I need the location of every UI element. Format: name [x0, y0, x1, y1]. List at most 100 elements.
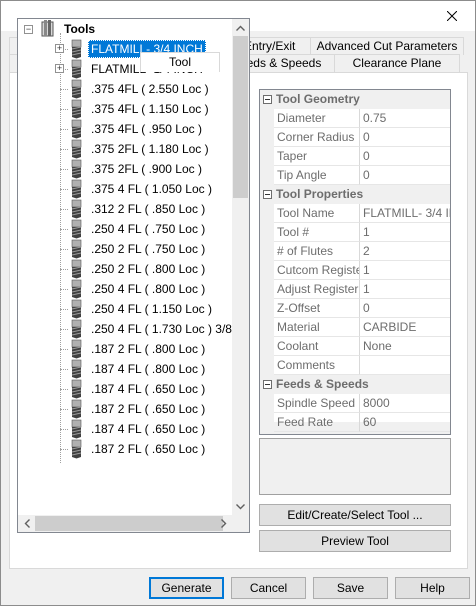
property-row[interactable]: Feed Rate 60 [260, 413, 450, 432]
property-row[interactable]: Diameter 0.75 [260, 109, 450, 128]
tree-item-tool[interactable]: .187 4 FL ( .800 Loc ) [68, 359, 208, 379]
tree-item-tool[interactable]: .375 4FL ( .950 Loc ) [68, 119, 205, 139]
tree-connector-branch [60, 169, 68, 170]
property-value[interactable]: 0 [360, 147, 450, 166]
tree-item-tool[interactable]: .187 2 FL ( .650 Loc ) [68, 439, 208, 459]
scroll-down-arrow-icon[interactable] [232, 498, 249, 515]
scroll-right-arrow-icon[interactable] [215, 515, 232, 532]
tree-connector-branch [60, 369, 68, 370]
generate-button[interactable]: Generate [149, 577, 224, 599]
tree-item-tool[interactable]: .375 2FL ( 1.180 Loc ) [68, 139, 212, 159]
tree-item-label: .250 4 FL ( .750 Loc ) [91, 222, 206, 236]
collapse-icon[interactable] [260, 90, 274, 109]
tree-connector-branch [60, 209, 68, 210]
tree-item-tool[interactable]: .375 4 FL ( 1.050 Loc ) [68, 179, 215, 199]
property-row[interactable]: Coolant None [260, 337, 450, 356]
property-value[interactable]: None [360, 337, 450, 356]
property-row[interactable]: Spindle Speed 8000 [260, 394, 450, 413]
end-mill-icon [71, 159, 82, 179]
tree-item-tool[interactable]: .187 2 FL ( .650 Loc ) [68, 399, 208, 419]
collapse-icon[interactable] [260, 185, 274, 204]
collapse-icon[interactable]: − [24, 24, 33, 34]
property-grid[interactable]: Tool Geometry Diameter 0.75 Corner Radius 0 T… [259, 89, 451, 435]
tree-vertical-scrollbar[interactable] [232, 19, 249, 515]
expand-icon[interactable]: + [55, 64, 64, 73]
property-value[interactable]: 0.75 [360, 109, 450, 128]
tab-tool[interactable]: Tool [140, 52, 220, 72]
property-name: Tip Angle [274, 166, 360, 185]
collapse-icon[interactable] [260, 375, 274, 394]
tree-item-tool[interactable]: .312 2 FL ( .850 Loc ) [68, 199, 208, 219]
tree-item-tool[interactable]: .250 4 FL ( .750 Loc ) [68, 219, 208, 239]
property-value[interactable]: 0 [360, 128, 450, 147]
save-button[interactable]: Save [313, 577, 388, 599]
property-value[interactable]: 60 [360, 413, 450, 432]
property-row[interactable]: Tip Angle 0 [260, 166, 450, 185]
property-row[interactable]: Tool #1 [260, 223, 450, 242]
property-row[interactable]: Material CARBIDE [260, 318, 450, 337]
property-value[interactable]: FLATMILL- 3/4 IN [360, 204, 450, 223]
cancel-button[interactable]: Cancel [231, 577, 306, 599]
property-category-tool-properties[interactable]: Tool Properties [260, 185, 450, 204]
property-row[interactable]: Z-Offset 0 [260, 299, 450, 318]
property-gutter [260, 109, 274, 128]
property-value[interactable]: 0 [360, 299, 450, 318]
tree-item-tool[interactable]: .375 4FL ( 1.150 Loc ) [68, 99, 212, 119]
property-row[interactable]: Corner Radius 0 [260, 128, 450, 147]
edit-create-select-tool-button[interactable]: Edit/Create/Select Tool ... [259, 504, 451, 526]
tree-connector-branch [60, 109, 68, 110]
tree-item-tool[interactable]: .187 4 FL ( .650 Loc ) [68, 379, 208, 399]
property-value[interactable]: 8000 [360, 394, 450, 413]
tree-item-tool[interactable]: .187 2 FL ( .800 Loc ) [68, 339, 208, 359]
property-value[interactable]: 1 [360, 280, 450, 299]
tree-item-tool[interactable]: .250 2 FL ( .800 Loc ) [68, 259, 208, 279]
property-category-tool-geometry[interactable]: Tool Geometry [260, 90, 450, 109]
property-gutter [260, 299, 274, 318]
property-row[interactable]: Comments [260, 356, 450, 375]
tree-connector-branch [60, 89, 68, 90]
close-button[interactable] [429, 1, 475, 31]
property-category-feeds-speeds[interactable]: Feeds & Speeds [260, 375, 450, 394]
property-value[interactable]: 1 [360, 261, 450, 280]
vertical-scroll-thumb[interactable] [233, 36, 248, 198]
tree-root-tools[interactable]: − Tools [24, 19, 98, 39]
tab-clearance-plane[interactable]: Clearance Plane [334, 54, 460, 72]
property-row[interactable]: Tool Name FLATMILL- 3/4 IN [260, 204, 450, 223]
tree-item-tool[interactable]: .187 4 FL ( .650 Loc ) [68, 419, 208, 439]
tool-tree[interactable]: − Tools +FLATMILL- 3/4 INCH+FLATMILL- 1/… [17, 18, 250, 533]
tree-item-tool[interactable]: .250 4 FL ( 1.730 Loc ) 3/8 S [68, 319, 232, 339]
property-row[interactable]: Taper 0 [260, 147, 450, 166]
tree-item-tool[interactable]: .250 2 FL ( .750 Loc ) [68, 239, 208, 259]
help-button[interactable]: Help [395, 577, 470, 599]
horizontal-scroll-thumb[interactable] [35, 516, 223, 531]
property-value[interactable]: CARBIDE [360, 318, 450, 337]
tab-advanced-cut-parameters[interactable]: Advanced Cut Parameters [310, 37, 464, 55]
scroll-up-arrow-icon[interactable] [232, 19, 249, 36]
tree-item-tool[interactable]: .250 4 FL ( 1.150 Loc ) [68, 299, 215, 319]
tree-item-label: .375 2FL ( .900 Loc ) [91, 162, 202, 176]
end-mill-icon [71, 299, 82, 319]
property-row[interactable]: Cutcom Registe 1 [260, 261, 450, 280]
property-row[interactable]: # of Flutes 2 [260, 242, 450, 261]
tree-item-label: .312 2 FL ( .850 Loc ) [91, 202, 206, 216]
property-value[interactable]: 1 [360, 223, 450, 242]
tree-item-tool[interactable]: .375 2FL ( .900 Loc ) [68, 159, 205, 179]
tree-connector-branch [60, 149, 68, 150]
tree-horizontal-scrollbar[interactable] [18, 515, 232, 532]
end-mill-icon [71, 59, 82, 79]
property-row[interactable]: Adjust Register 1 [260, 280, 450, 299]
property-value[interactable]: 0 [360, 166, 450, 185]
property-gutter [260, 261, 274, 280]
property-value[interactable]: 2 [360, 242, 450, 261]
tree-item-tool[interactable]: .375 4FL ( 2.550 Loc ) [68, 79, 212, 99]
tree-item-tool[interactable]: .250 4 FL ( .800 Loc ) [68, 279, 208, 299]
end-mill-icon [71, 359, 82, 379]
end-mill-icon [71, 419, 82, 439]
property-gutter [260, 280, 274, 299]
dialog-window: RoughingCut LevelsFacing Entry/ExitAdvan… [0, 0, 476, 606]
expand-icon[interactable]: + [55, 44, 64, 53]
scroll-left-arrow-icon[interactable] [18, 515, 35, 532]
property-category-label: Feeds & Speeds [276, 377, 369, 391]
preview-tool-button[interactable]: Preview Tool [259, 530, 451, 552]
property-value[interactable] [360, 356, 450, 375]
